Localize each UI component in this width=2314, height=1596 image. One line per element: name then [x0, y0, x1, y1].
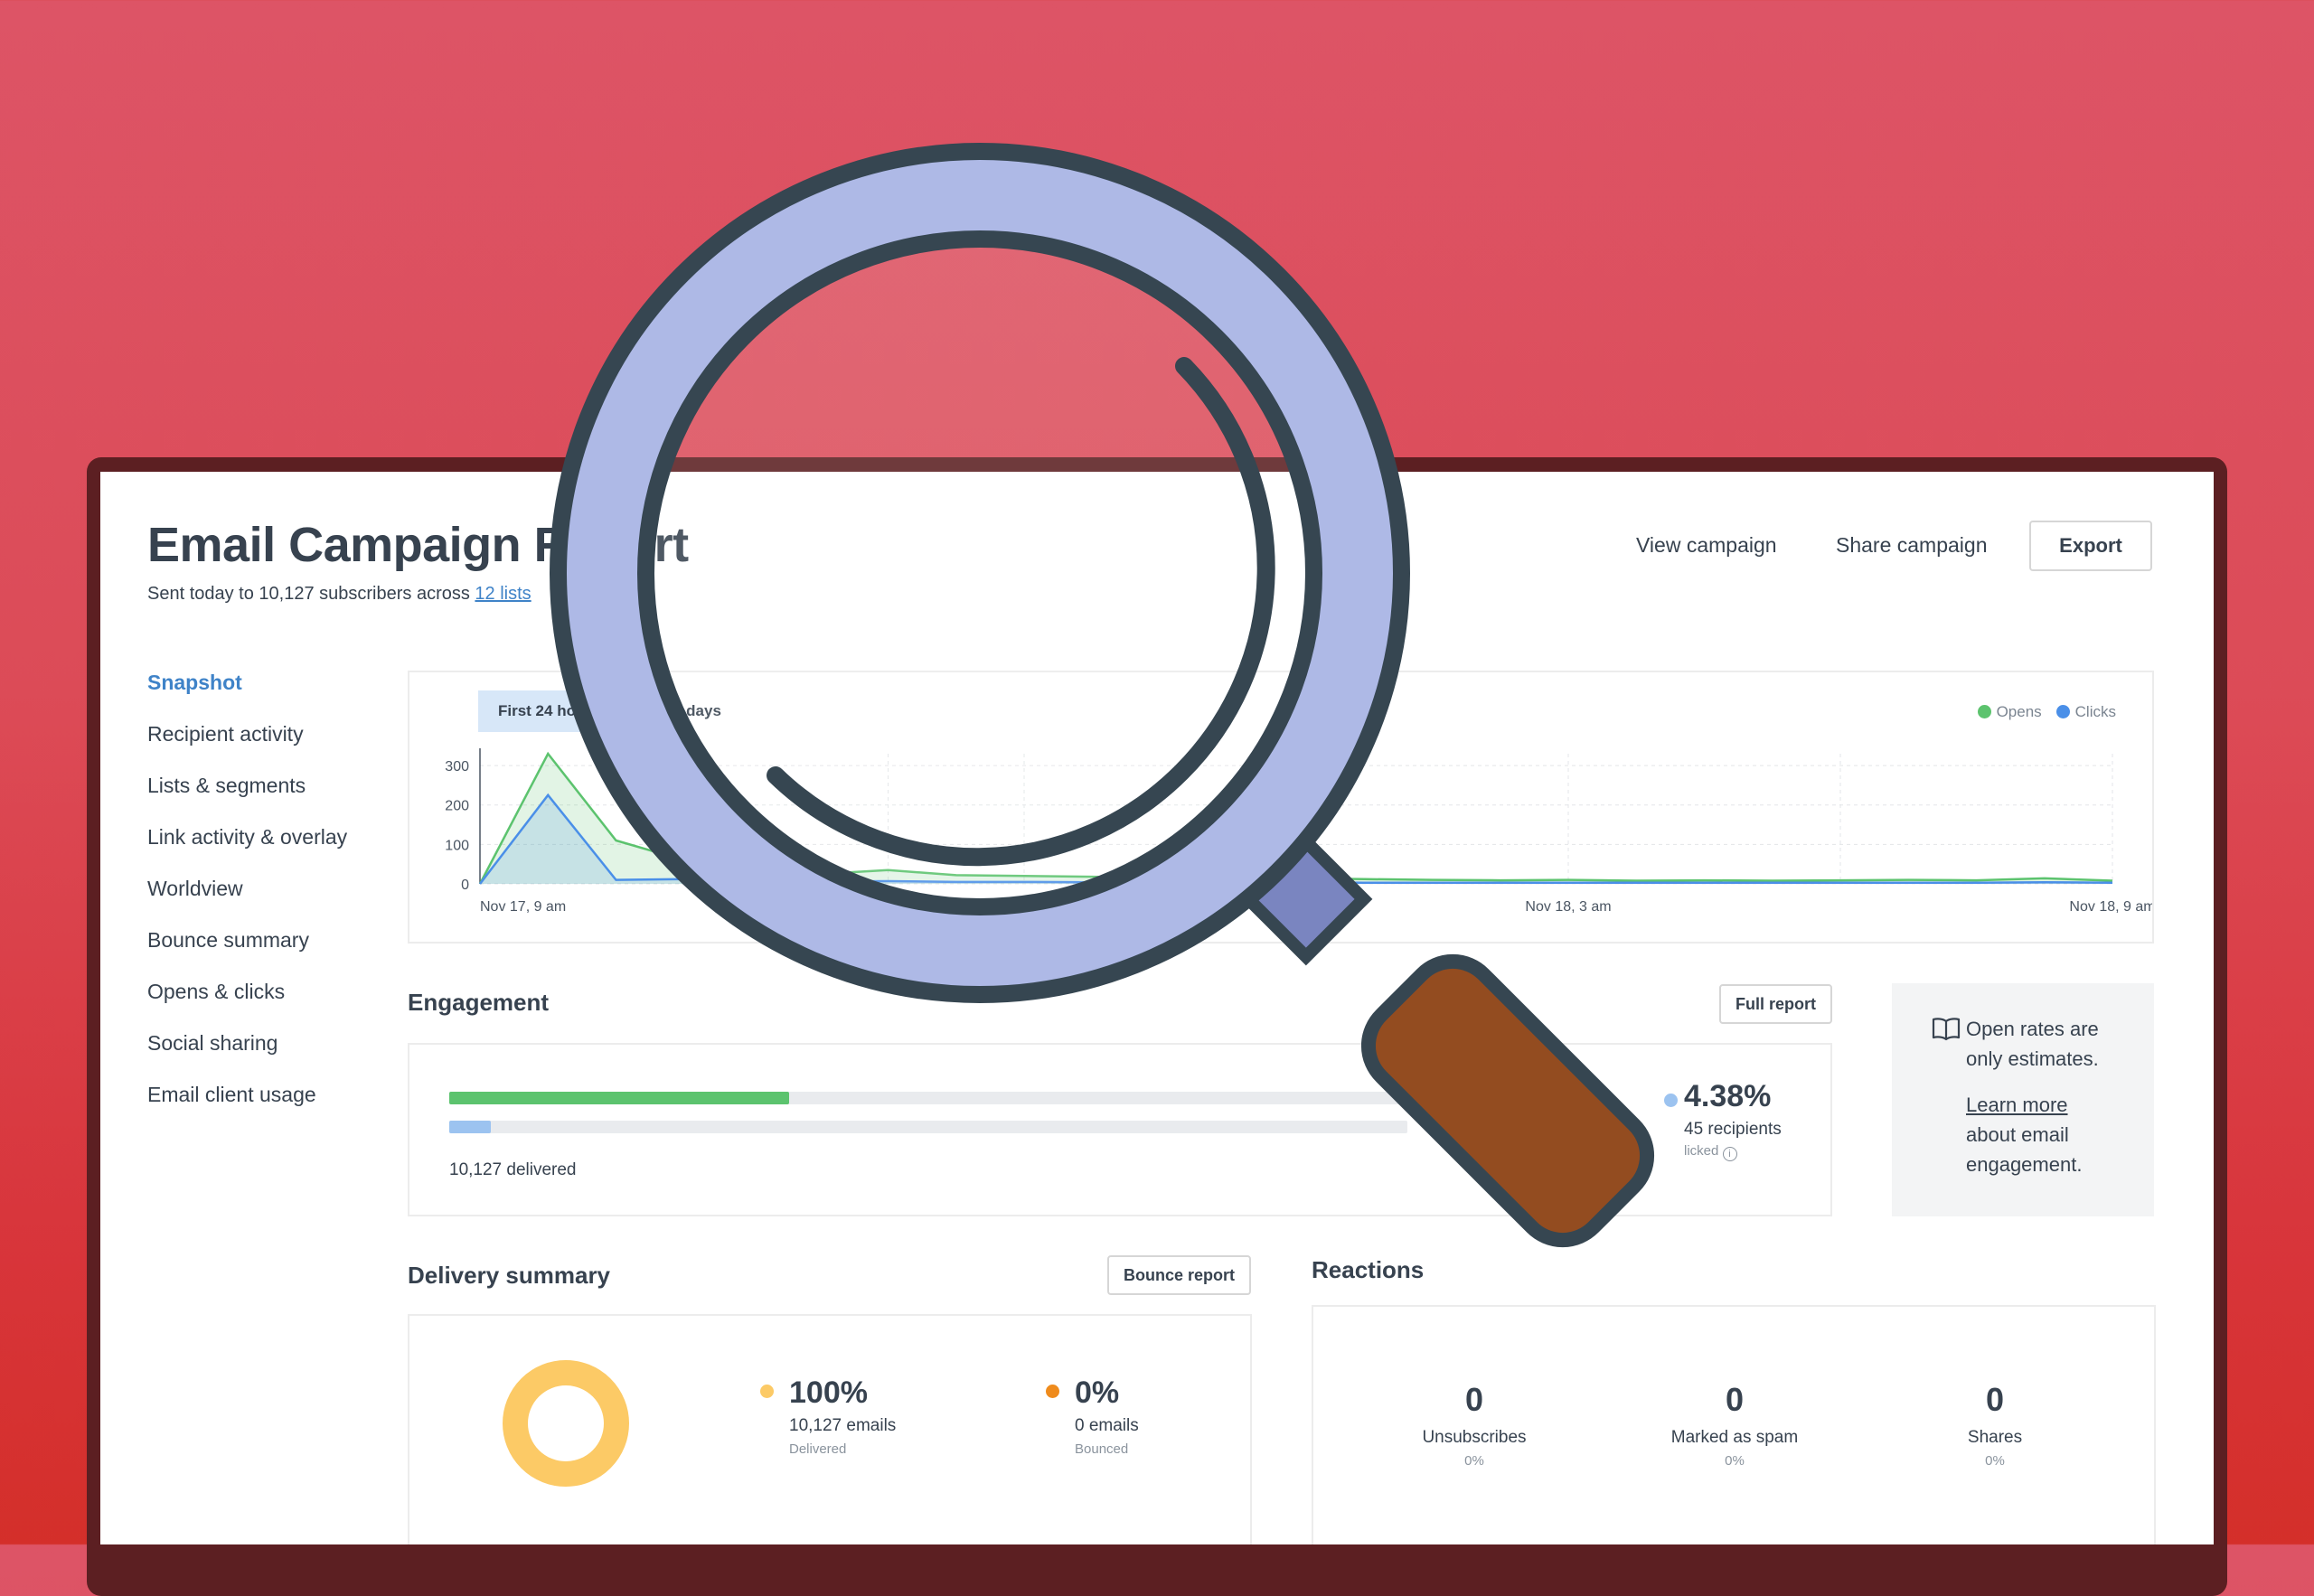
magnifying-glass-icon [550, 143, 1655, 1248]
magnifier-handle [1360, 953, 1655, 1248]
